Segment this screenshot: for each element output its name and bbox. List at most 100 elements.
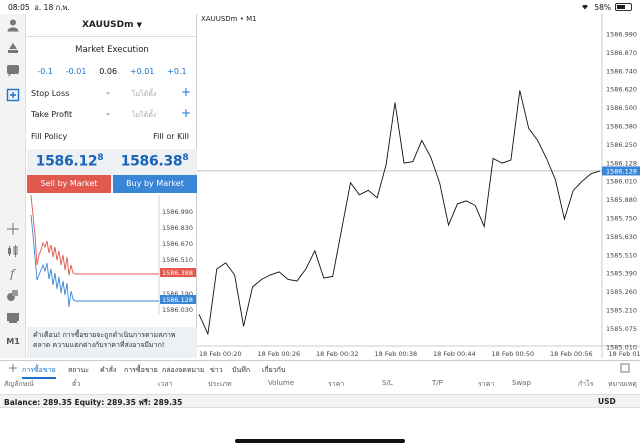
- take-profit-plus[interactable]: +: [181, 106, 191, 120]
- x-tick-label: 18 Feb 00:44: [433, 350, 476, 358]
- volume-minus-small[interactable]: -0.01: [66, 67, 87, 76]
- volume-stepper: -0.1 -0.01 0.06 +0.01 +0.1: [27, 67, 197, 76]
- column-header[interactable]: ราคา: [478, 379, 494, 390]
- battery-text: 58%: [594, 2, 611, 12]
- column-header[interactable]: ราคา: [328, 379, 344, 390]
- column-header[interactable]: S/L: [382, 379, 393, 387]
- fill-policy-label: Fill Policy: [31, 132, 68, 141]
- add-icon[interactable]: +: [8, 361, 18, 375]
- buy-price-text: 1586.388: [120, 153, 189, 170]
- main-chart[interactable]: 1586.990 1586.870 1586.740 1586.620 1586.500…: [197, 14, 640, 358]
- y-tick-label: 1586.380: [606, 123, 637, 131]
- tab-5[interactable]: ข่าว: [210, 365, 223, 376]
- tick-chart: 1586.990 1586.830 1586.670 1586.510 1586.388…: [30, 195, 196, 315]
- execution-type[interactable]: Market Execution: [27, 45, 197, 55]
- stop-loss-value[interactable]: ไม่ได้ตั้ง: [132, 89, 156, 100]
- caret-down-icon: ▼: [136, 21, 143, 29]
- balance-currency: USD: [598, 397, 616, 406]
- y-tick-label: 1586.870: [606, 49, 637, 57]
- x-tick-label: 18 Feb 00:50: [492, 350, 535, 358]
- x-tick-label: 18 Feb 00:26: [258, 350, 301, 358]
- tab-0[interactable]: การซื้อขาย: [22, 365, 56, 379]
- y-tick-label: 1585.630: [606, 233, 637, 241]
- app-root: 08:05 อ. 18 ก.พ. 58% f M1 XAUUSDm ▼ Mark…: [0, 0, 640, 447]
- mini-y-tick-label: 1586.830: [162, 224, 193, 232]
- balance-text: Balance: 289.35 Equity: 289.35 ฟรี: 289.…: [4, 398, 183, 407]
- indicators-icon[interactable]: f: [4, 264, 22, 282]
- y-tick-label: 1585.210: [606, 307, 637, 315]
- candles-icon[interactable]: [4, 242, 22, 260]
- stop-loss-minus[interactable]: -: [106, 86, 110, 99]
- column-header[interactable]: สัญลักษณ์: [4, 379, 34, 390]
- column-header[interactable]: ประเภท: [208, 379, 232, 390]
- balance-bar: Balance: 289.35 Equity: 289.35 ฟรี: 289.…: [0, 394, 640, 408]
- take-profit-value[interactable]: ไม่ได้ตั้ง: [132, 110, 156, 121]
- y-tick-label: 1585.750: [606, 215, 637, 223]
- expand-icon[interactable]: [620, 363, 630, 375]
- column-header[interactable]: Swap: [512, 379, 531, 387]
- volume-plus-large[interactable]: +0.1: [167, 67, 186, 76]
- status-time: 08:05: [8, 3, 30, 12]
- y-tick-label: 1585.390: [606, 270, 637, 278]
- x-tick-label: 18 Feb 00:38: [375, 350, 418, 358]
- y-tick-label: 1585.510: [606, 251, 637, 259]
- table-header: สัญลักษณ์ ตั๋ว เวลา ประเภท Volume ราคา S/L T/P ร…: [0, 378, 640, 390]
- y-tick-label: 1586.250: [606, 141, 637, 149]
- x-tick-label: 18 Feb 00:56: [550, 350, 593, 358]
- mini-y-tick-label: 1586.990: [162, 208, 193, 216]
- current-price-label: 1586.128: [606, 167, 637, 175]
- tab-3[interactable]: การซื้อขาย: [124, 365, 158, 376]
- y-tick-label: 1585.260: [606, 288, 637, 296]
- crosshair-icon[interactable]: [4, 220, 22, 238]
- buy-by-market-button[interactable]: Buy by Market: [113, 175, 197, 193]
- volume-minus-large[interactable]: -0.1: [37, 67, 53, 76]
- tab-6[interactable]: บันทึก: [232, 365, 250, 376]
- account-icon[interactable]: [4, 16, 22, 34]
- take-profit-minus[interactable]: -: [106, 107, 110, 120]
- mini-y-tick-label: 1586.388: [162, 269, 193, 277]
- objects-icon[interactable]: [4, 286, 22, 304]
- take-profit-label: Take Profit: [31, 110, 73, 119]
- mini-y-tick-label: 1586.128: [162, 296, 193, 304]
- column-header[interactable]: Volume: [268, 379, 294, 387]
- column-header[interactable]: ตั๋ว: [72, 379, 80, 390]
- wifi-icon: [580, 2, 590, 12]
- volume-value[interactable]: 0.06: [99, 67, 117, 76]
- warning-text: คำเตือน! การซื้อขายจะถูกดำเนินการตามสภาพ…: [27, 327, 197, 358]
- column-header[interactable]: T/P: [432, 379, 443, 387]
- price-series-line: [198, 90, 601, 336]
- mini-y-tick-label: 1586.510: [162, 256, 193, 264]
- y-tick-label: 1586.620: [606, 86, 637, 94]
- new-order-icon[interactable]: [4, 86, 22, 104]
- sell-price-text: 1586.128: [35, 153, 104, 170]
- status-right: 58%: [580, 2, 632, 12]
- symbol-selector[interactable]: XAUUSDm ▼: [27, 20, 197, 30]
- sell-by-market-button[interactable]: Sell by Market: [27, 175, 111, 193]
- fill-policy-value: Fill or Kill: [153, 132, 189, 141]
- transfer-icon[interactable]: [4, 38, 22, 56]
- status-date: อ. 18 ก.พ.: [34, 3, 70, 12]
- screenshot-icon[interactable]: [4, 308, 22, 326]
- timeframe-button[interactable]: M1: [4, 332, 22, 350]
- volume-plus-small[interactable]: +0.01: [130, 67, 155, 76]
- column-header[interactable]: กำไร: [578, 379, 593, 390]
- column-header[interactable]: เวลา: [158, 379, 173, 390]
- y-tick-label: 1585.880: [606, 196, 637, 204]
- y-tick-label: 1585.075: [606, 325, 637, 333]
- stop-loss-plus[interactable]: +: [181, 85, 191, 99]
- status-time-date: 08:05 อ. 18 ก.พ.: [8, 2, 70, 14]
- column-header[interactable]: หมายเหตุ: [608, 379, 637, 390]
- chat-icon[interactable]: [4, 62, 22, 80]
- stop-loss-label: Stop Loss: [31, 89, 70, 98]
- home-indicator: [235, 439, 405, 443]
- y-tick-label: 1586.010: [606, 178, 637, 186]
- tab-4[interactable]: กล่องจดหมาย: [162, 365, 204, 376]
- tab-7[interactable]: เกี่ยวกับ: [262, 365, 285, 376]
- x-tick-label: 18 Feb 00:32: [316, 350, 359, 358]
- tab-2[interactable]: คำสั่ง: [100, 365, 116, 376]
- y-tick-label: 1586.990: [606, 31, 637, 39]
- mini-y-tick-label: 1586.670: [162, 240, 193, 248]
- y-tick-label: 1586.128: [606, 159, 637, 167]
- tab-1[interactable]: สถานะ: [68, 365, 89, 376]
- x-tick-label: 18 Feb 00:20: [199, 350, 242, 358]
